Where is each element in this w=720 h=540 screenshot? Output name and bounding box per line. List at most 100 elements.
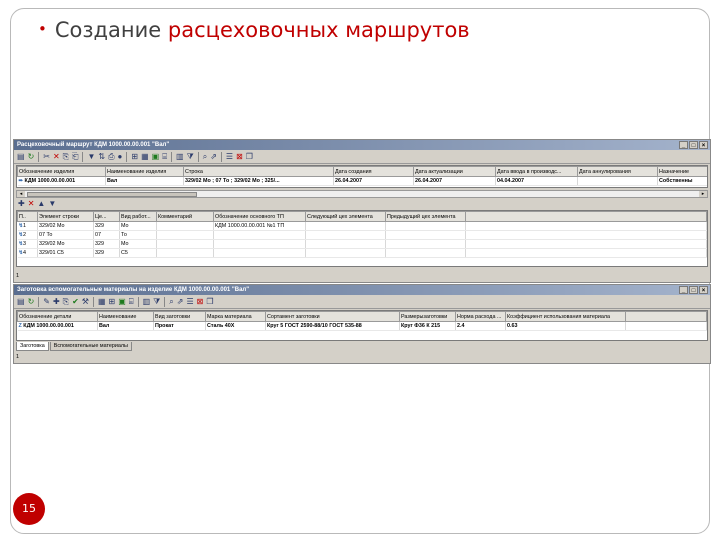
column-header[interactable]: Размерызаготовки bbox=[399, 311, 456, 322]
edit-icon[interactable]: ✎ bbox=[43, 297, 50, 307]
table-row[interactable]: ↯1 329/02 Мо 329 Мо КДМ 1000.00.00.001 №… bbox=[17, 221, 707, 231]
table-cell[interactable] bbox=[213, 230, 306, 240]
table-cell[interactable]: То bbox=[119, 230, 157, 240]
table-cell[interactable] bbox=[385, 239, 466, 249]
table-cell[interactable] bbox=[156, 230, 214, 240]
stop-icon[interactable]: ⊠ bbox=[197, 297, 204, 307]
print-icon[interactable]: ⎙ bbox=[108, 152, 114, 162]
tab-aux-materials[interactable]: Вспомогательные материалы bbox=[49, 342, 132, 351]
list-icon[interactable]: ☰ bbox=[186, 297, 193, 307]
table-cell[interactable]: Вал bbox=[97, 321, 154, 331]
column-header[interactable]: П.. bbox=[17, 211, 38, 222]
table-cell[interactable]: 26.04.2007 bbox=[413, 176, 496, 186]
column-header[interactable]: Вид заготовки bbox=[153, 311, 206, 322]
minimize-button[interactable]: _ bbox=[679, 286, 688, 294]
open-icon[interactable]: ▤ bbox=[17, 297, 25, 307]
open-icon[interactable]: ▤ bbox=[17, 152, 25, 162]
table-cell[interactable]: 04.04.2007 bbox=[495, 176, 578, 186]
table-cell[interactable]: Сталь 40Х bbox=[205, 321, 266, 331]
export-icon[interactable]: ▣ bbox=[152, 152, 160, 162]
table-row[interactable]: Z КДМ 1000.00.00.001 Вал Прокат Сталь 40… bbox=[17, 321, 707, 331]
view-icon[interactable]: ▥ bbox=[143, 297, 151, 307]
column-header[interactable]: Дата аннулирования bbox=[577, 166, 658, 177]
grid-icon[interactable]: ⊞ bbox=[109, 297, 116, 307]
close-button[interactable]: × bbox=[699, 286, 708, 294]
navigate-icon[interactable]: ⇗ bbox=[177, 297, 184, 307]
table-cell[interactable] bbox=[577, 176, 658, 186]
table-cell[interactable]: 329 bbox=[93, 239, 120, 249]
table-cell[interactable]: Собственны bbox=[657, 176, 707, 186]
copy-icon[interactable]: ⎘ bbox=[63, 152, 69, 162]
column-header[interactable]: Вид работ... bbox=[119, 211, 157, 222]
table-cell[interactable] bbox=[213, 239, 306, 249]
delete-icon[interactable]: ✕ bbox=[53, 152, 60, 162]
table-row[interactable]: ➨ КДМ 1000.00.00.001 Вал 329/02 Мо ; 07 … bbox=[17, 176, 707, 186]
tools-icon[interactable]: ⚒ bbox=[82, 297, 89, 307]
stop-icon[interactable]: ⊠ bbox=[236, 152, 243, 162]
table-cell[interactable]: ↯2 bbox=[17, 230, 38, 240]
column-header[interactable]: Сортамент заготовки bbox=[265, 311, 400, 322]
add-element-icon[interactable]: ✚ bbox=[18, 199, 25, 209]
new-icon[interactable]: ✚ bbox=[53, 297, 60, 307]
record-icon[interactable]: ● bbox=[118, 152, 123, 162]
column-header[interactable]: Обозначение основного ТП bbox=[213, 211, 306, 222]
horizontal-scrollbar[interactable]: ◂ ▸ bbox=[16, 190, 708, 198]
table-cell[interactable]: 329/02 Мо bbox=[37, 239, 94, 249]
check-icon[interactable]: ✔ bbox=[72, 297, 79, 307]
table-cell[interactable] bbox=[305, 230, 386, 240]
column-header[interactable]: Наименование изделия bbox=[105, 166, 184, 177]
move-up-icon[interactable]: ▲ bbox=[37, 199, 45, 209]
table-cell[interactable]: ➨ КДМ 1000.00.00.001 bbox=[17, 176, 106, 186]
window-icon[interactable]: ❐ bbox=[206, 297, 213, 307]
refresh-icon[interactable]: ↻ bbox=[28, 152, 35, 162]
funnel-icon[interactable]: ⧩ bbox=[187, 152, 194, 162]
refresh-icon[interactable]: ↻ bbox=[28, 297, 35, 307]
copy-icon[interactable]: ⎘ bbox=[63, 297, 69, 307]
table-cell[interactable] bbox=[156, 221, 214, 231]
insert-row-icon[interactable]: ⊞ bbox=[131, 152, 138, 162]
table-row[interactable]: ↯3 329/02 Мо 329 Мо bbox=[17, 239, 707, 249]
sort-icon[interactable]: ⇅ bbox=[98, 152, 105, 162]
list-icon[interactable]: ☰ bbox=[226, 152, 233, 162]
close-button[interactable]: × bbox=[699, 141, 708, 149]
column-header[interactable]: Дата ввода в производс... bbox=[495, 166, 578, 177]
column-header[interactable]: Комментарий bbox=[156, 211, 214, 222]
table-cell[interactable]: ↯3 bbox=[17, 239, 38, 249]
table-cell[interactable]: Прокат bbox=[153, 321, 206, 331]
export-icon[interactable]: ▣ bbox=[118, 297, 126, 307]
column-header[interactable]: Обозначение изделия bbox=[17, 166, 106, 177]
minimize-button[interactable]: _ bbox=[679, 141, 688, 149]
table-cell[interactable]: 07 То bbox=[37, 230, 94, 240]
column-header[interactable]: Строка bbox=[183, 166, 334, 177]
table-cell[interactable]: Z КДМ 1000.00.00.001 bbox=[17, 321, 98, 331]
table-cell[interactable]: Мо bbox=[119, 239, 157, 249]
table-cell[interactable]: 329/01 С5 bbox=[37, 248, 94, 258]
view-icon[interactable]: ▥ bbox=[176, 152, 184, 162]
table-cell[interactable]: ↯4 bbox=[17, 248, 38, 258]
column-header[interactable]: Дата актуализации bbox=[413, 166, 496, 177]
table-cell[interactable] bbox=[385, 221, 466, 231]
filter-icon[interactable]: ▼ bbox=[87, 152, 95, 162]
column-header[interactable]: Обозначение детали bbox=[17, 311, 98, 322]
table-cell[interactable] bbox=[305, 248, 386, 258]
column-header[interactable]: Предыдущий цех элемента bbox=[385, 211, 466, 222]
blank-window-titlebar[interactable]: Заготовка вспомогательные материалы на и… bbox=[14, 285, 710, 295]
column-header[interactable]: Коэффициент использования материала bbox=[505, 311, 626, 322]
column-header[interactable]: Марка материала bbox=[205, 311, 266, 322]
table-cell[interactable]: КДМ 1000.00.00.001 №1 ТП bbox=[213, 221, 306, 231]
column-header[interactable]: Назначение bbox=[657, 166, 707, 177]
column-header[interactable]: Це... bbox=[93, 211, 120, 222]
navigate-icon[interactable]: ⇗ bbox=[210, 152, 217, 162]
table-cell[interactable]: 329 bbox=[93, 248, 120, 258]
table-cell[interactable]: Мо bbox=[119, 221, 157, 231]
funnel-icon[interactable]: ⧩ bbox=[153, 297, 160, 307]
column-header[interactable]: Элемент строки bbox=[37, 211, 94, 222]
maximize-button[interactable]: □ bbox=[689, 286, 698, 294]
table-cell[interactable]: 0.63 bbox=[505, 321, 626, 331]
table-cell[interactable]: 329/02 Мо ; 07 То ; 329/02 Мо ; 325/... bbox=[183, 176, 334, 186]
table-row[interactable]: ↯4 329/01 С5 329 С5 bbox=[17, 248, 707, 258]
table-icon[interactable]: ▦ bbox=[141, 152, 149, 162]
paste-icon[interactable]: ⎗ bbox=[72, 152, 78, 162]
move-down-icon[interactable]: ▼ bbox=[48, 199, 56, 209]
table-cell[interactable] bbox=[305, 221, 386, 231]
